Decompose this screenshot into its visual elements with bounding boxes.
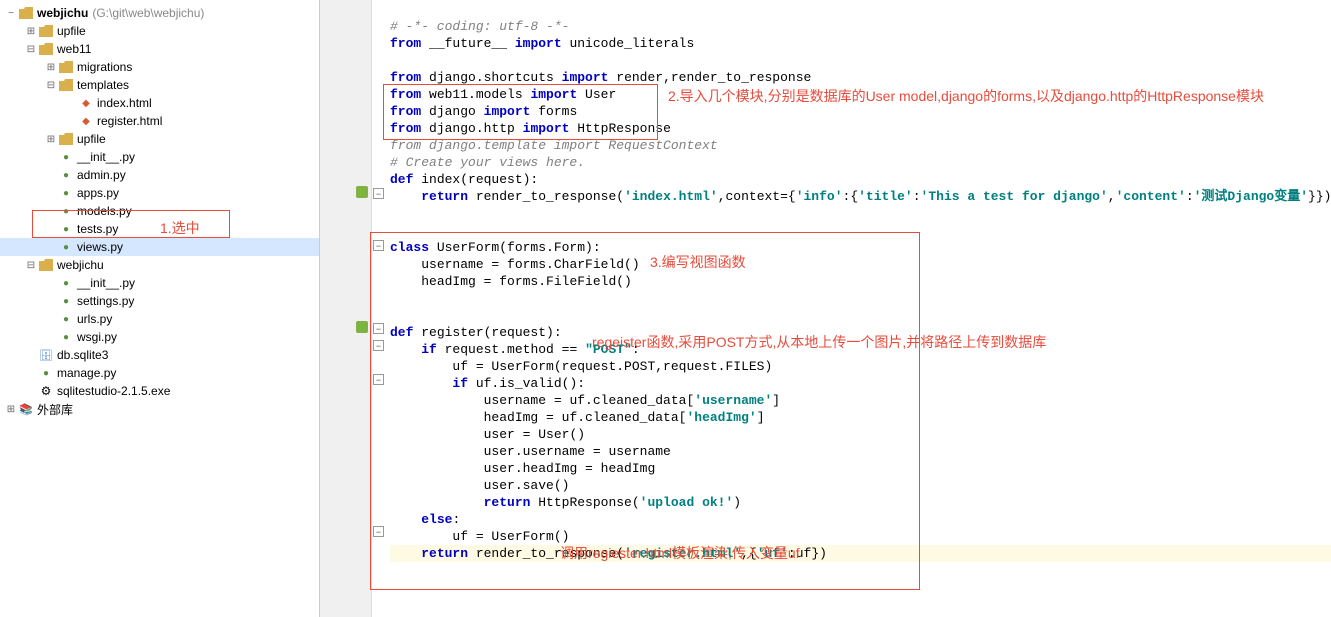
tree-item-index-html[interactable]: ◆index.html — [0, 94, 319, 112]
tree-item-web11[interactable]: ⊟ web11 — [0, 40, 319, 58]
folder-icon — [38, 42, 54, 56]
fold-gutter: − − − − − − — [372, 0, 386, 617]
tree-label: index.html — [97, 96, 152, 110]
tree-label: tests.py — [77, 222, 118, 236]
tree-item-wsgi-py[interactable]: ●wsgi.py — [0, 328, 319, 346]
code-comment: from django.template import RequestConte… — [390, 138, 718, 153]
tree-item-webjichu[interactable]: ⊟ webjichu — [0, 256, 319, 274]
code-comment: # -*- coding: utf-8 -*- — [390, 19, 569, 34]
tree-label: wsgi.py — [77, 330, 117, 344]
line-gutter — [320, 0, 372, 617]
expander-icon[interactable]: ⊞ — [44, 132, 58, 146]
tree-label: migrations — [77, 60, 132, 74]
tree-item-settings-py[interactable]: ●settings.py — [0, 292, 319, 310]
library-icon: 📚 — [18, 402, 34, 416]
python-file-icon: ● — [58, 150, 74, 164]
tree-label: upfile — [57, 24, 86, 38]
tree-item-__init__-py[interactable]: ●__init__.py — [0, 148, 319, 166]
tree-item-register-html[interactable]: ◆register.html — [0, 112, 319, 130]
tree-item-__init__-py[interactable]: ●__init__.py — [0, 274, 319, 292]
folder-icon — [58, 60, 74, 74]
tree-label: web11 — [57, 42, 91, 56]
python-file-icon: ● — [58, 240, 74, 254]
tree-label: __init__.py — [77, 150, 135, 164]
exe-file-icon: ⚙ — [38, 384, 54, 398]
fold-marker[interactable]: − — [373, 240, 384, 251]
code-editor-panel[interactable]: − − − − − − # -*- coding: utf-8 -*- from… — [320, 0, 1331, 617]
expander-icon[interactable]: ⊞ — [24, 24, 38, 38]
python-file-icon: ● — [38, 366, 54, 380]
tree-label: templates — [77, 78, 129, 92]
tree-item-migrations[interactable]: ⊞ migrations — [0, 58, 319, 76]
tree-label: sqlitestudio-2.1.5.exe — [57, 384, 170, 398]
tree-item-views-py[interactable]: ●views.py — [0, 238, 319, 256]
expander-icon[interactable]: ⊟ — [24, 42, 38, 56]
tree-item-db-sqlite3[interactable]: 🗄db.sqlite3 — [0, 346, 319, 364]
tree-item-外部库[interactable]: ⊞📚外部库 — [0, 400, 319, 418]
python-file-icon: ● — [58, 204, 74, 218]
tree-label: views.py — [77, 240, 123, 254]
tree-label: manage.py — [57, 366, 116, 380]
tree-label: settings.py — [77, 294, 134, 308]
database-icon: 🗄 — [38, 348, 54, 362]
fold-marker[interactable]: − — [373, 374, 384, 385]
python-file-icon: ● — [58, 168, 74, 182]
gutter-marker-icon — [356, 321, 368, 333]
tree-label: webjichu — [37, 6, 88, 20]
project-tree-panel[interactable]: − webjichu (G:\git\web\webjichu) ⊞ upfile… — [0, 0, 320, 617]
tree-item-models-py[interactable]: ●models.py — [0, 202, 319, 220]
tree-item-apps-py[interactable]: ●apps.py — [0, 184, 319, 202]
code-text-area[interactable]: # -*- coding: utf-8 -*- from __future__ … — [386, 0, 1331, 617]
fold-marker[interactable]: − — [373, 340, 384, 351]
tree-item-sqlitestudio-2-1-5-exe[interactable]: ⚙sqlitestudio-2.1.5.exe — [0, 382, 319, 400]
tree-label: models.py — [77, 204, 132, 218]
tree-item-upfile[interactable]: ⊞ upfile — [0, 130, 319, 148]
tree-label: apps.py — [77, 186, 119, 200]
html-file-icon: ◆ — [78, 96, 94, 110]
expander-icon[interactable]: ⊟ — [44, 78, 58, 92]
tree-hint: (G:\git\web\webjichu) — [92, 6, 204, 20]
tree-label: 外部库 — [37, 401, 73, 418]
python-file-icon: ● — [58, 222, 74, 236]
expander-icon[interactable]: ⊞ — [4, 402, 18, 416]
tree-label: db.sqlite3 — [57, 348, 108, 362]
tree-label: webjichu — [57, 258, 104, 272]
expander-icon[interactable]: − — [4, 6, 18, 20]
tree-label: __init__.py — [77, 276, 135, 290]
tree-label: admin.py — [77, 168, 126, 182]
code-comment: # Create your views here. — [390, 155, 585, 170]
tree-item-admin-py[interactable]: ●admin.py — [0, 166, 319, 184]
python-file-icon: ● — [58, 186, 74, 200]
fold-marker[interactable]: − — [373, 323, 384, 334]
folder-icon — [38, 258, 54, 272]
folder-icon — [58, 78, 74, 92]
fold-marker[interactable]: − — [373, 188, 384, 199]
tree-label: urls.py — [77, 312, 112, 326]
tree-item-manage-py[interactable]: ●manage.py — [0, 364, 319, 382]
folder-icon — [38, 24, 54, 38]
python-file-icon: ● — [58, 312, 74, 326]
fold-marker[interactable]: − — [373, 526, 384, 537]
python-file-icon: ● — [58, 294, 74, 308]
tree-item-urls-py[interactable]: ●urls.py — [0, 310, 319, 328]
folder-icon — [18, 6, 34, 20]
html-file-icon: ◆ — [78, 114, 94, 128]
gutter-marker-icon — [356, 186, 368, 198]
tree-root[interactable]: − webjichu (G:\git\web\webjichu) — [0, 4, 319, 22]
expander-icon[interactable]: ⊞ — [44, 60, 58, 74]
expander-icon[interactable]: ⊟ — [24, 258, 38, 272]
tree-item-tests-py[interactable]: ●tests.py — [0, 220, 319, 238]
tree-label: upfile — [77, 132, 106, 146]
folder-icon — [58, 132, 74, 146]
tree-item-upfile[interactable]: ⊞ upfile — [0, 22, 319, 40]
tree-item-templates[interactable]: ⊟ templates — [0, 76, 319, 94]
tree-label: register.html — [97, 114, 162, 128]
python-file-icon: ● — [58, 276, 74, 290]
python-file-icon: ● — [58, 330, 74, 344]
